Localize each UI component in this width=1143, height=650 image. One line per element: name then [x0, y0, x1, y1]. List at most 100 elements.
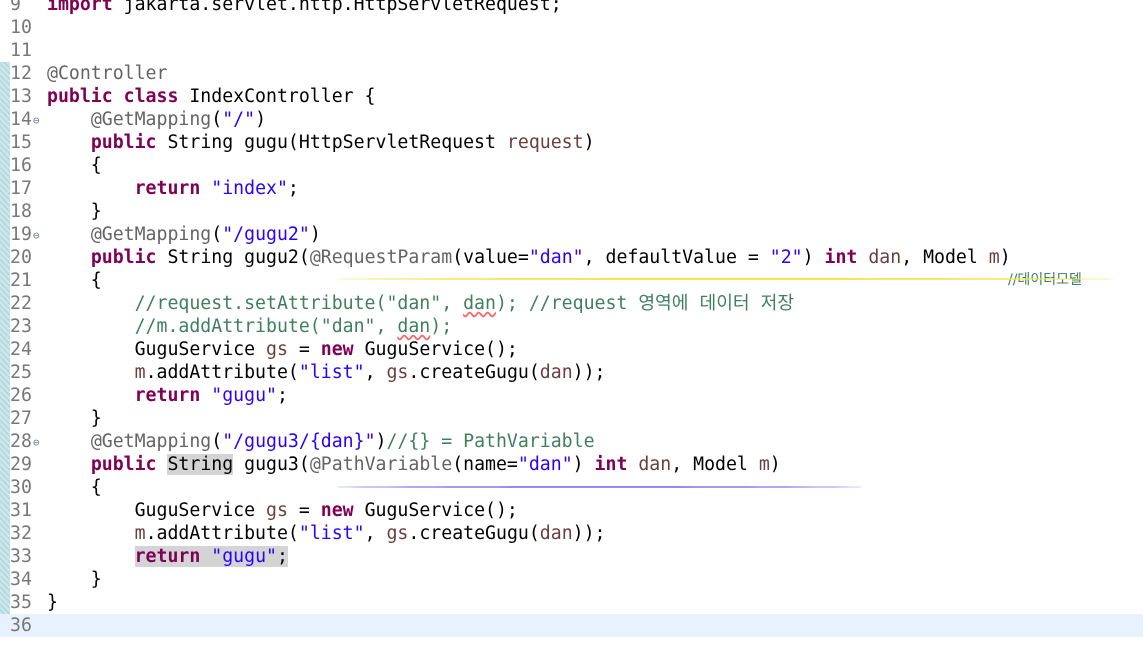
- change-ruler-marker: [0, 62, 10, 85]
- code-line[interactable]: 21 {//데이터모델: [0, 269, 1143, 292]
- code-line[interactable]: 11: [0, 39, 1143, 62]
- code-line[interactable]: 26 return "gugu";: [0, 384, 1143, 407]
- line-gutter[interactable]: 27: [0, 407, 47, 430]
- line-gutter[interactable]: 14 ⊖: [0, 108, 47, 131]
- line-gutter[interactable]: 28 ⊖: [0, 430, 47, 453]
- collapse-fold-icon[interactable]: ⊖: [33, 431, 40, 454]
- code-text[interactable]: public String gugu(HttpServletRequest re…: [47, 131, 595, 154]
- code-line[interactable]: 28 ⊖ @GetMapping("/gugu3/{dan}")//{} = Pa…: [0, 430, 1143, 453]
- code-text[interactable]: return "index";: [47, 177, 299, 200]
- line-gutter[interactable]: 32: [0, 522, 47, 545]
- code-token: }: [47, 408, 102, 429]
- code-line[interactable]: 13 public class IndexController {: [0, 85, 1143, 108]
- code-text[interactable]: {: [47, 269, 102, 292]
- code-line[interactable]: 22 //request.setAttribute("dan", dan); /…: [0, 292, 1143, 315]
- code-text[interactable]: //request.setAttribute("dan", dan); //re…: [47, 292, 794, 315]
- code-line[interactable]: 10: [0, 16, 1143, 39]
- code-text[interactable]: return "gugu";: [47, 545, 288, 568]
- code-text[interactable]: public class IndexController {: [47, 85, 376, 108]
- code-line[interactable]: 20 public String gugu2(@RequestParam(val…: [0, 246, 1143, 269]
- code-token: return: [134, 178, 201, 199]
- code-text[interactable]: public String gugu2(@RequestParam(value=…: [47, 246, 1011, 269]
- code-text[interactable]: @Controller: [47, 62, 167, 85]
- line-number: 28: [10, 431, 32, 452]
- code-line[interactable]: 29 public String gugu3(@PathVariable(nam…: [0, 453, 1143, 476]
- code-text[interactable]: m.addAttribute("list", gs.createGugu(dan…: [47, 522, 606, 545]
- line-gutter[interactable]: 22: [0, 292, 47, 315]
- line-gutter[interactable]: 33: [0, 545, 47, 568]
- line-gutter[interactable]: 29: [0, 453, 47, 476]
- line-gutter[interactable]: 35: [0, 591, 47, 614]
- code-line[interactable]: 9 import jakarta.servlet.http.HttpServlet…: [0, 0, 1143, 16]
- line-gutter[interactable]: 21: [0, 269, 47, 292]
- code-text[interactable]: import jakarta.servlet.http.HttpServletR…: [47, 0, 562, 16]
- code-line[interactable]: 27 }: [0, 407, 1143, 430]
- line-gutter[interactable]: 9: [0, 0, 47, 16]
- line-gutter[interactable]: 23: [0, 315, 47, 338]
- change-ruler-marker: [0, 338, 10, 361]
- line-gutter[interactable]: 20: [0, 246, 47, 269]
- code-line[interactable]: 16 {: [0, 154, 1143, 177]
- code-token: [200, 546, 212, 567]
- code-token: IndexController {: [178, 86, 376, 107]
- code-text[interactable]: @GetMapping("/"): [47, 108, 266, 131]
- code-text[interactable]: @GetMapping("/gugu3/{dan}")//{} = PathVa…: [47, 430, 595, 453]
- code-token: GuguService: [47, 500, 266, 521]
- code-text[interactable]: {: [47, 476, 102, 499]
- code-line[interactable]: 15 public String gugu(HttpServletRequest…: [0, 131, 1143, 154]
- code-line[interactable]: 31 GuguService gs = new GuguService();: [0, 499, 1143, 522]
- code-editor[interactable]: 9 import jakarta.servlet.http.HttpServlet…: [0, 0, 1143, 637]
- line-gutter[interactable]: 17: [0, 177, 47, 200]
- line-gutter[interactable]: 25: [0, 361, 47, 384]
- line-gutter[interactable]: 36: [0, 614, 47, 637]
- code-line[interactable]: 23 //m.addAttribute("dan", dan);: [0, 315, 1143, 338]
- code-token: return: [134, 546, 201, 567]
- code-line[interactable]: 24 GuguService gs = new GuguService();: [0, 338, 1143, 361]
- code-text[interactable]: }: [47, 407, 102, 430]
- code-text[interactable]: }: [47, 568, 102, 591]
- code-line[interactable]: 25 m.addAttribute("list", gs.createGugu(…: [0, 361, 1143, 384]
- code-text[interactable]: @GetMapping("/gugu2"): [47, 223, 321, 246]
- code-text[interactable]: }: [47, 591, 58, 614]
- code-line[interactable]: 18 }: [0, 200, 1143, 223]
- change-ruler-marker: [0, 315, 10, 338]
- line-gutter[interactable]: 30: [0, 476, 47, 499]
- line-gutter[interactable]: 15: [0, 131, 47, 154]
- code-text[interactable]: return "gugu";: [47, 384, 288, 407]
- code-line[interactable]: 32 m.addAttribute("list", gs.createGugu(…: [0, 522, 1143, 545]
- code-text[interactable]: GuguService gs = new GuguService();: [47, 499, 518, 522]
- code-text[interactable]: //m.addAttribute("dan", dan);: [47, 315, 453, 338]
- code-line[interactable]: 33 return "gugu";: [0, 545, 1143, 568]
- code-text[interactable]: m.addAttribute("list", gs.createGugu(dan…: [47, 361, 606, 384]
- code-line[interactable]: 36: [0, 614, 1143, 637]
- code-line[interactable]: 14 ⊖ @GetMapping("/"): [0, 108, 1143, 131]
- code-text[interactable]: {: [47, 154, 102, 177]
- code-text[interactable]: public String gugu3(@PathVariable(name="…: [47, 453, 781, 476]
- line-gutter[interactable]: 13: [0, 85, 47, 108]
- code-line[interactable]: 35}: [0, 591, 1143, 614]
- line-gutter[interactable]: 34: [0, 568, 47, 591]
- code-token: gs: [266, 339, 288, 360]
- collapse-fold-icon[interactable]: ⊖: [33, 109, 40, 132]
- change-ruler-marker: [0, 154, 10, 177]
- code-text[interactable]: }: [47, 200, 102, 223]
- collapse-fold-icon[interactable]: ⊖: [33, 224, 40, 247]
- line-gutter[interactable]: 12: [0, 62, 47, 85]
- line-gutter[interactable]: 10: [0, 16, 47, 39]
- line-gutter[interactable]: 24: [0, 338, 47, 361]
- line-gutter[interactable]: 18: [0, 200, 47, 223]
- code-token: //{} = PathVariable: [386, 431, 595, 452]
- line-gutter[interactable]: 11: [0, 39, 47, 62]
- line-gutter[interactable]: 31: [0, 499, 47, 522]
- code-line[interactable]: 17 return "index";: [0, 177, 1143, 200]
- line-gutter[interactable]: 16: [0, 154, 47, 177]
- change-ruler-marker: [0, 108, 10, 131]
- line-gutter[interactable]: 26: [0, 384, 47, 407]
- line-gutter[interactable]: 19 ⊖: [0, 223, 47, 246]
- code-line[interactable]: 34 }: [0, 568, 1143, 591]
- code-line[interactable]: 12 @Controller: [0, 62, 1143, 85]
- code-text[interactable]: GuguService gs = new GuguService();: [47, 338, 518, 361]
- code-line[interactable]: 19 ⊖ @GetMapping("/gugu2"): [0, 223, 1143, 246]
